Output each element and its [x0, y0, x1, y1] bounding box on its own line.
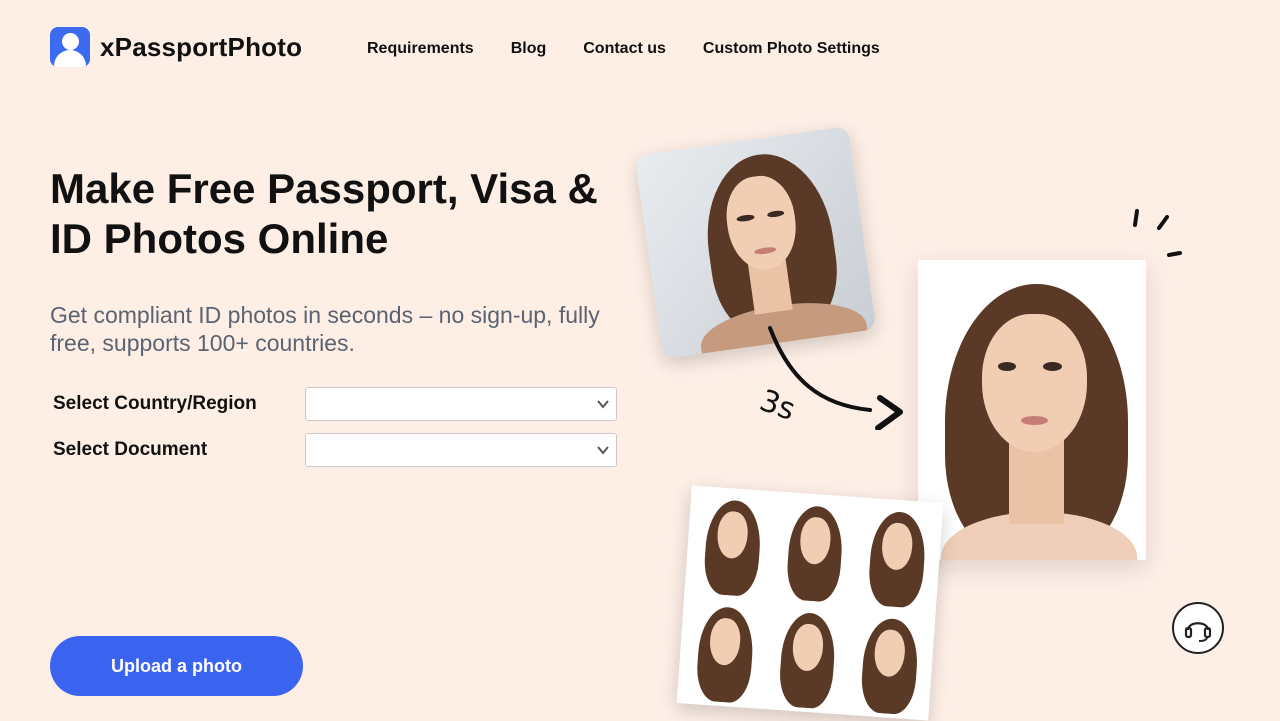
nav-requirements[interactable]: Requirements	[367, 40, 474, 58]
chevron-down-icon	[597, 446, 609, 455]
photo-print-sheet	[676, 485, 944, 721]
brand-logo[interactable]: xPassportPhoto	[50, 27, 302, 67]
brand-name: xPassportPhoto	[100, 31, 303, 62]
main-nav: Requirements Blog Contact us Custom Phot…	[367, 40, 880, 58]
document-label: Select Document	[53, 439, 208, 460]
headset-icon	[1184, 622, 1212, 642]
person-badge-icon	[50, 27, 90, 67]
nav-custom-photo-settings[interactable]: Custom Photo Settings	[703, 40, 880, 58]
sparkle-icon	[1133, 209, 1182, 257]
sheet-photo	[845, 608, 932, 717]
upload-photo-button[interactable]: Upload a photo	[50, 636, 303, 696]
sheet-photo	[853, 501, 940, 610]
hero-subtitle: Get compliant ID photos in seconds – no …	[50, 302, 600, 356]
document-row: Select Document	[53, 433, 617, 467]
chevron-down-icon	[597, 400, 609, 409]
nav-blog[interactable]: Blog	[511, 40, 547, 58]
sheet-photo	[770, 495, 857, 604]
sheet-photo	[763, 602, 850, 711]
sheet-photo	[680, 596, 767, 705]
country-row: Select Country/Region	[53, 387, 617, 421]
country-select[interactable]	[305, 387, 617, 421]
document-select[interactable]	[305, 433, 617, 467]
country-label: Select Country/Region	[53, 393, 257, 414]
sheet-photo	[688, 489, 775, 598]
customer-support-button[interactable]	[1172, 602, 1224, 654]
nav-contact-us[interactable]: Contact us	[583, 40, 666, 58]
passport-photo	[918, 260, 1146, 560]
hero-title: Make Free Passport, Visa & ID Photos Onl…	[50, 165, 598, 262]
